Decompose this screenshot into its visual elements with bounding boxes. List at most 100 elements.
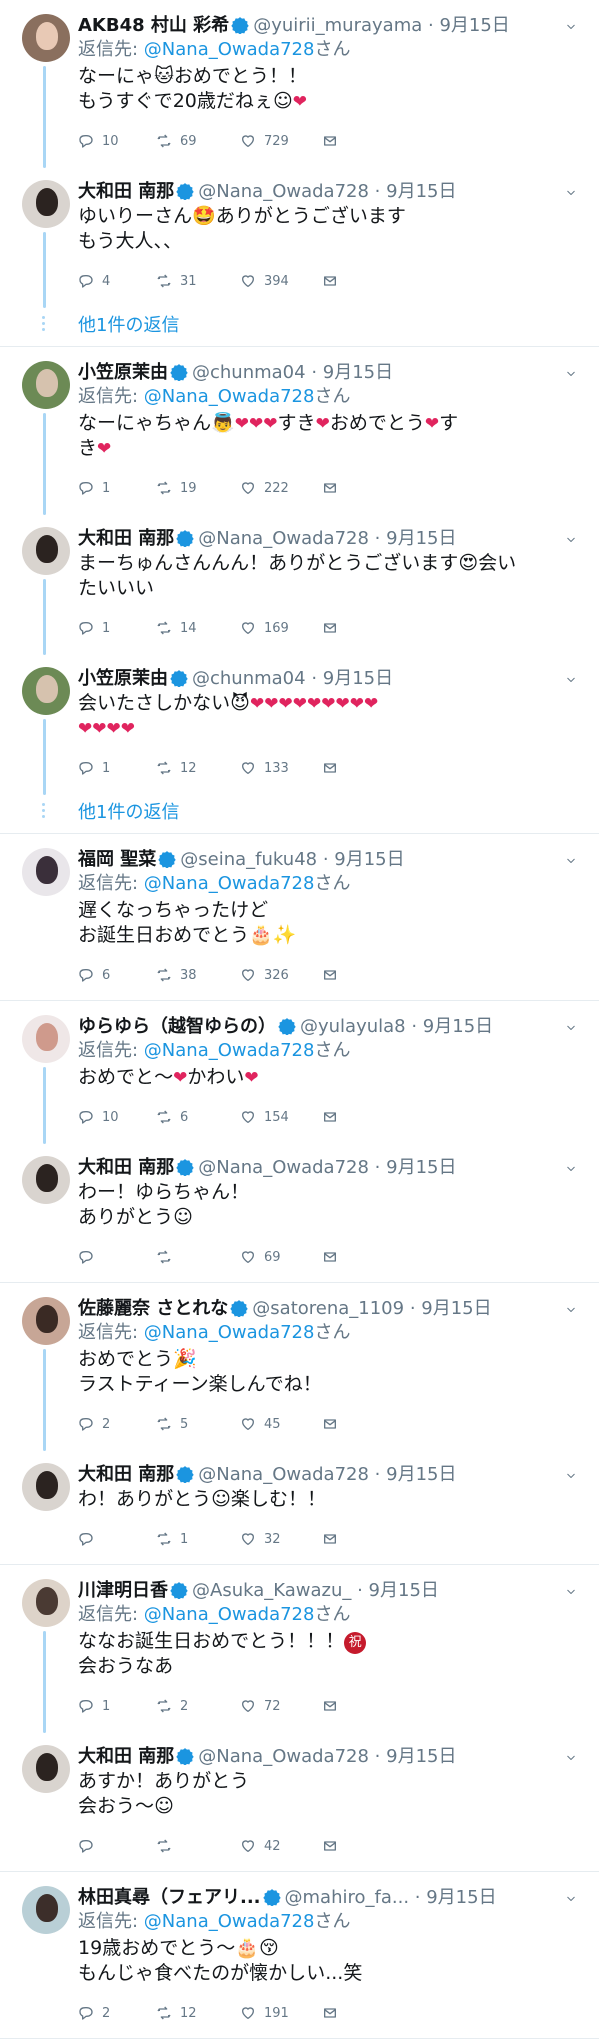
chevron-down-icon[interactable]	[565, 1890, 577, 1902]
reply-button[interactable]: 2	[78, 1416, 156, 1432]
tweet[interactable]: AKB48 村山 彩希 @yuirii_murayama · 9月15日 返信先: …	[0, 0, 599, 168]
direct-message-button[interactable]	[322, 1838, 346, 1854]
show-more-replies[interactable]: 他1件の返信	[0, 306, 599, 346]
retweet-button[interactable]: 2	[156, 1698, 240, 1714]
display-name[interactable]: 大和田 南那	[78, 528, 174, 549]
avatar[interactable]	[22, 1745, 70, 1793]
reply-button[interactable]: 1	[78, 1698, 156, 1714]
username[interactable]: @Asuka_Kawazu_	[192, 1580, 351, 1601]
like-button[interactable]: 191	[240, 2005, 322, 2021]
reply-button[interactable]: 10	[78, 1109, 156, 1125]
direct-message-button[interactable]	[322, 1531, 346, 1547]
retweet-button[interactable]	[156, 1249, 240, 1265]
retweet-button[interactable]: 12	[156, 760, 240, 776]
tweet[interactable]: 大和田 南那 @Nana_Owada728 · 9月15日 あすか！ありがとう 会おう…	[0, 1731, 599, 1871]
username[interactable]: @chunma04	[192, 668, 306, 689]
display-name[interactable]: 川津明日香	[78, 1580, 168, 1601]
retweet-button[interactable]: 31	[156, 273, 240, 289]
like-button[interactable]: 169	[240, 620, 322, 636]
direct-message-button[interactable]	[322, 1698, 346, 1714]
username[interactable]: @mahiro_fa...	[285, 1887, 410, 1908]
timestamp[interactable]: · 9月15日	[409, 1887, 497, 1908]
timestamp[interactable]: · 9月15日	[369, 181, 457, 202]
timestamp[interactable]: · 9月15日	[404, 1298, 492, 1319]
avatar[interactable]	[22, 361, 70, 409]
timestamp[interactable]: · 9月15日	[369, 1746, 457, 1767]
username[interactable]: @seina_fuku48	[180, 849, 317, 870]
chevron-down-icon[interactable]	[565, 365, 577, 377]
chevron-down-icon[interactable]	[565, 184, 577, 196]
username[interactable]: @Nana_Owada728	[198, 1157, 369, 1178]
like-button[interactable]: 222	[240, 480, 322, 496]
timestamp[interactable]: · 9月15日	[306, 668, 393, 689]
display-name[interactable]: 大和田 南那	[78, 1157, 174, 1178]
like-button[interactable]: 69	[240, 1249, 322, 1265]
like-button[interactable]: 729	[240, 133, 322, 149]
avatar[interactable]	[22, 1297, 70, 1345]
chevron-down-icon[interactable]	[565, 671, 577, 683]
retweet-button[interactable]	[156, 1838, 240, 1854]
direct-message-button[interactable]	[322, 620, 346, 636]
reply-button[interactable]: 6	[78, 967, 156, 983]
retweet-button[interactable]: 1	[156, 1531, 240, 1547]
direct-message-button[interactable]	[322, 1416, 346, 1432]
tweet[interactable]: 川津明日香 @Asuka_Kawazu_ · 9月15日 返信先: @Nana_Ow…	[0, 1565, 599, 1733]
like-button[interactable]: 326	[240, 967, 322, 983]
avatar[interactable]	[22, 1579, 70, 1627]
reply-button[interactable]	[78, 1838, 156, 1854]
username[interactable]: @Nana_Owada728	[198, 181, 369, 202]
tweet[interactable]: 福岡 聖菜 @seina_fuku48 · 9月15日 返信先: @Nana_Owa…	[0, 834, 599, 1000]
username[interactable]: @Nana_Owada728	[198, 1746, 369, 1767]
display-name[interactable]: 大和田 南那	[78, 1464, 174, 1485]
avatar[interactable]	[22, 14, 70, 62]
tweet[interactable]: 小笠原茉由 @chunma04 · 9月15日 会いたさしかない😈❤❤❤❤❤❤❤❤❤…	[0, 653, 599, 795]
retweet-button[interactable]: 69	[156, 133, 240, 149]
chevron-down-icon[interactable]	[565, 1583, 577, 1595]
direct-message-button[interactable]	[322, 480, 346, 496]
show-more-replies[interactable]: 他1件の返信	[0, 793, 599, 833]
timestamp[interactable]: · 9月15日	[406, 1016, 493, 1037]
like-button[interactable]: 154	[240, 1109, 322, 1125]
direct-message-button[interactable]	[322, 273, 346, 289]
like-button[interactable]: 42	[240, 1838, 322, 1854]
direct-message-button[interactable]	[322, 2005, 346, 2021]
avatar[interactable]	[22, 1463, 70, 1511]
username[interactable]: @satorena_1109	[252, 1298, 404, 1319]
reply-button[interactable]: 2	[78, 2005, 156, 2021]
reply-button[interactable]	[78, 1249, 156, 1265]
avatar[interactable]	[22, 848, 70, 896]
tweet[interactable]: ゆらゆら（越智ゆらの） @yulayula8 · 9月15日 返信先: @Nana_…	[0, 1001, 599, 1144]
timestamp[interactable]: · 9月15日	[317, 849, 405, 870]
reply-button[interactable]: 4	[78, 273, 156, 289]
like-button[interactable]: 133	[240, 760, 322, 776]
avatar[interactable]	[22, 527, 70, 575]
avatar[interactable]	[22, 1886, 70, 1934]
like-button[interactable]: 394	[240, 273, 322, 289]
replying-to-link[interactable]: @Nana_Owada728	[138, 1911, 315, 1932]
display-name[interactable]: 福岡 聖菜	[78, 849, 156, 870]
timestamp[interactable]: · 9月15日	[351, 1580, 439, 1601]
replying-to-link[interactable]: @Nana_Owada728	[138, 1040, 315, 1061]
retweet-button[interactable]: 14	[156, 620, 240, 636]
retweet-button[interactable]: 19	[156, 480, 240, 496]
tweet[interactable]: 大和田 南那 @Nana_Owada728 · 9月15日 わー！ゆらちゃん！ ありが…	[0, 1142, 599, 1282]
tweet[interactable]: 大和田 南那 @Nana_Owada728 · 9月15日 ゆいりーさん🤩ありがとう…	[0, 166, 599, 308]
tweet[interactable]: 小笠原茉由 @chunma04 · 9月15日 返信先: @Nana_Owada72…	[0, 347, 599, 515]
reply-button[interactable]: 1	[78, 620, 156, 636]
username[interactable]: @chunma04	[192, 362, 306, 383]
avatar[interactable]	[22, 180, 70, 228]
direct-message-button[interactable]	[322, 760, 346, 776]
direct-message-button[interactable]	[322, 1249, 346, 1265]
retweet-button[interactable]: 5	[156, 1416, 240, 1432]
retweet-button[interactable]: 12	[156, 2005, 240, 2021]
replying-to-link[interactable]: @Nana_Owada728	[138, 39, 315, 60]
direct-message-button[interactable]	[322, 967, 346, 983]
timestamp[interactable]: · 9月15日	[369, 1157, 457, 1178]
like-button[interactable]: 32	[240, 1531, 322, 1547]
display-name[interactable]: 小笠原茉由	[78, 362, 168, 383]
tweet[interactable]: 大和田 南那 @Nana_Owada728 · 9月15日 わ！ありがとう☺楽しむ！…	[0, 1449, 599, 1564]
timestamp[interactable]: · 9月15日	[369, 528, 457, 549]
username[interactable]: @Nana_Owada728	[198, 1464, 369, 1485]
display-name[interactable]: 大和田 南那	[78, 181, 174, 202]
chevron-down-icon[interactable]	[565, 18, 577, 30]
